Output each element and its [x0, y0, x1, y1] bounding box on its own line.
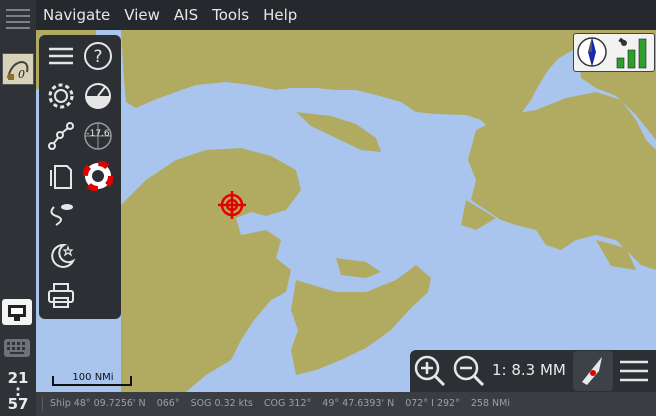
layers-button[interactable]	[44, 159, 78, 193]
moon-icon	[51, 243, 76, 268]
chart-scale-display: 1: 8.3 MM	[492, 361, 566, 379]
compass-status-box[interactable]	[573, 33, 655, 72]
zoom-out-button[interactable]	[452, 354, 486, 388]
svg-text:0: 0	[18, 68, 25, 81]
status-bar: Ship 48° 09.7256' N 066° SOG 0.32 kts CO…	[36, 392, 656, 416]
gear-icon	[48, 83, 74, 109]
menu-navigate[interactable]: Navigate	[36, 6, 117, 24]
main-menu-button[interactable]	[617, 354, 651, 388]
status-cursor-position: 49° 47.6393' N	[322, 398, 395, 409]
night-mode-button[interactable]	[44, 239, 78, 273]
route-button[interactable]	[44, 119, 78, 153]
clock: 21 : 57	[0, 371, 36, 413]
mob-button[interactable]	[81, 159, 115, 193]
zoom-control: 1: 8.3 MM	[410, 350, 656, 392]
clock-minutes: 57	[7, 395, 29, 413]
chart-app-icon[interactable]: 0	[2, 53, 34, 85]
route-icon	[48, 122, 74, 150]
connection-icon[interactable]	[2, 299, 32, 325]
menu-bar: Navigate View AIS Tools Help	[36, 0, 656, 30]
left-sidebar: 0 21 : 57	[0, 0, 36, 416]
status-ship-position: Ship 48° 09.7256' N	[50, 398, 146, 409]
hamburger-icon	[620, 360, 648, 382]
menu-icon	[49, 47, 73, 65]
dashboard-icon	[85, 83, 111, 109]
track-button[interactable]	[44, 199, 78, 233]
help-button[interactable]: ?	[81, 39, 115, 73]
track-icon	[50, 204, 73, 226]
svg-text:?: ?	[93, 47, 102, 67]
keyboard-icon[interactable]	[2, 336, 32, 360]
status-bearing: 072° I 292°	[405, 398, 463, 409]
compass-heading-button[interactable]: -17.6	[81, 119, 115, 153]
status-sog: SOG 0.32 kts	[190, 398, 253, 409]
zoom-in-button[interactable]	[413, 354, 447, 388]
chart-canvas[interactable]: 100 NMi	[36, 30, 656, 392]
print-button[interactable]	[44, 279, 78, 313]
status-distance: 258 NMi	[470, 398, 510, 409]
menu-tools[interactable]: Tools	[205, 6, 256, 24]
zoom-in-icon	[414, 355, 446, 387]
menu-help[interactable]: Help	[256, 6, 304, 24]
global-toolbar: ? -17.6	[39, 35, 121, 319]
satellite-icon	[618, 37, 627, 46]
compass-heading-value: -17.6	[86, 129, 110, 139]
documents-icon	[50, 165, 72, 189]
dashboard-button[interactable]	[81, 79, 115, 113]
printer-icon	[48, 283, 74, 308]
toolbar-menu-button[interactable]	[44, 39, 78, 73]
ship-icon	[582, 357, 602, 385]
follow-ship-button[interactable]	[573, 351, 613, 391]
settings-button[interactable]	[44, 79, 78, 113]
status-separator	[42, 396, 43, 411]
sidebar-menu-icon[interactable]	[3, 4, 33, 34]
north-arrow-icon	[577, 37, 607, 67]
menu-ais[interactable]: AIS	[167, 6, 205, 24]
scalebar	[52, 376, 132, 386]
lifebuoy-icon	[83, 161, 113, 191]
zoom-out-icon	[453, 355, 485, 387]
help-icon: ?	[84, 42, 112, 70]
menu-view[interactable]: View	[117, 6, 167, 24]
chart-map	[36, 30, 656, 392]
status-heading: 066°	[156, 398, 180, 409]
status-cog: COG 312°	[263, 398, 312, 409]
